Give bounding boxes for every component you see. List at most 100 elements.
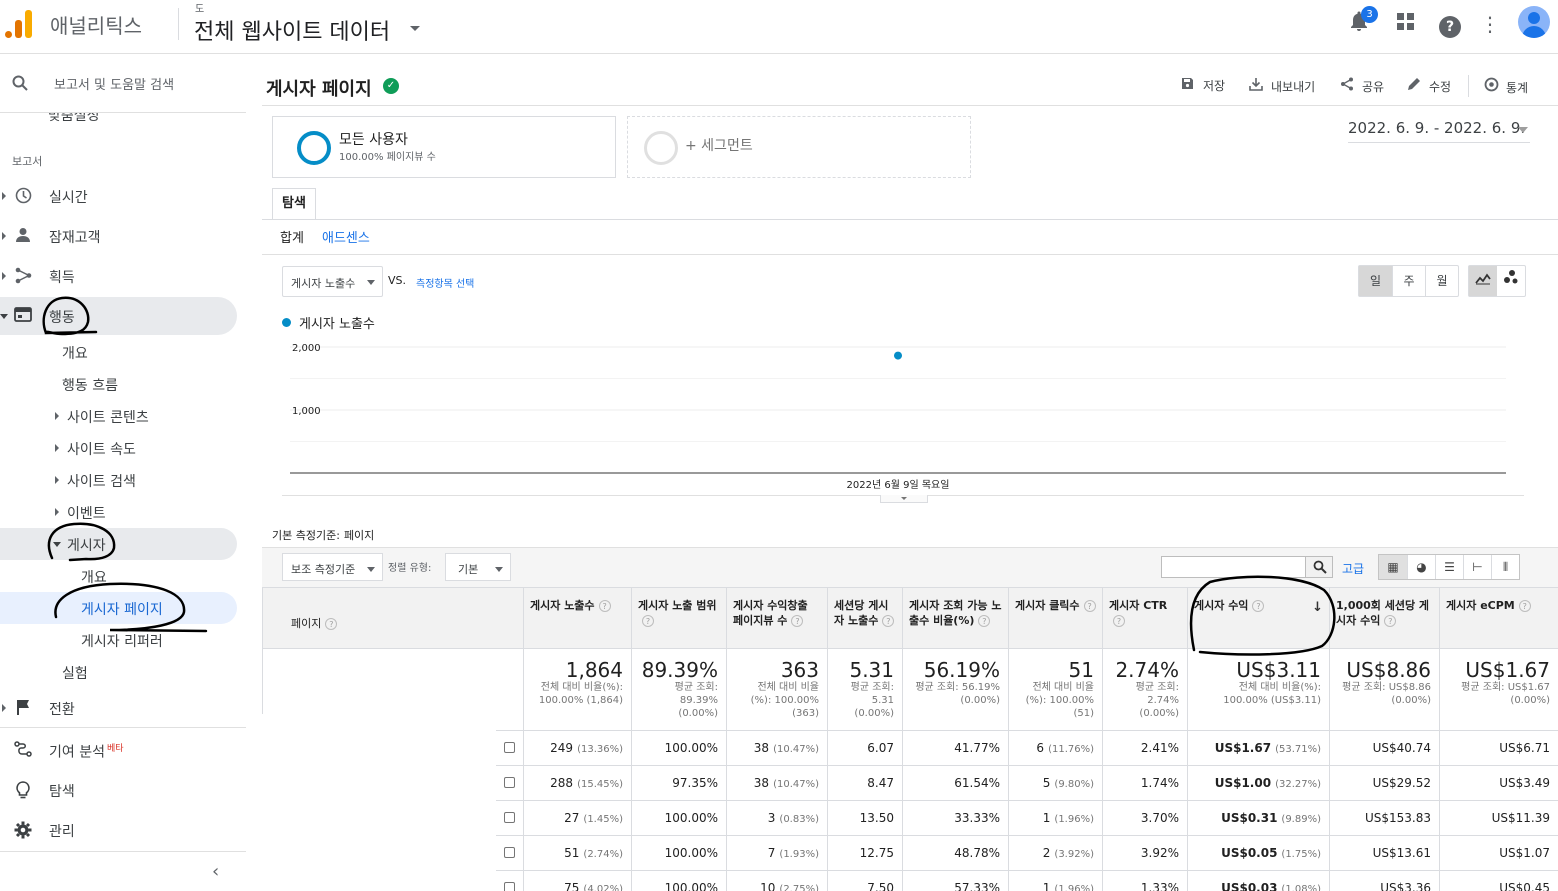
date-range-picker[interactable]: 2022. 6. 9. - 2022. 6. 9. (1348, 119, 1530, 143)
avatar[interactable] (1518, 6, 1550, 38)
open-link-icon[interactable] (504, 812, 515, 823)
help-icon[interactable]: ? (1083, 600, 1096, 612)
sidebar-item-behavior-flow[interactable]: 행동 흐름 (0, 368, 237, 400)
help-icon[interactable]: ? (1252, 600, 1265, 612)
sidebar-item-publisher-overview[interactable]: 개요 (0, 560, 237, 592)
table-cell: 7.50 (827, 870, 903, 891)
sidebar-item-customization[interactable]: 맞춤설정 (0, 113, 246, 127)
column-header[interactable]: 게시자 조회 가능 노출수 비율(%)? (902, 587, 1009, 649)
sidebar-item-experiments[interactable]: 실험 (0, 656, 237, 688)
secondary-dimension-select[interactable]: 보조 측정기준 (282, 553, 383, 581)
share-icon (1340, 77, 1356, 95)
help-icon[interactable]: ? (642, 615, 654, 627)
table-cell: US$0.05 (1.75%) (1187, 835, 1330, 871)
column-header[interactable]: 게시자 eCPM? (1439, 587, 1558, 649)
chart-resize-handle[interactable] (880, 495, 928, 503)
tab-explore[interactable]: 탐색 (272, 188, 316, 220)
sidebar-item-behavior-overview[interactable]: 개요 (0, 336, 237, 368)
sidebar-item-discover[interactable]: 탐색 (0, 771, 237, 809)
column-header[interactable]: 게시자 CTR? (1102, 587, 1188, 649)
sidebar-item-site-content[interactable]: 사이트 콘텐츠 (0, 400, 237, 432)
advanced-filter-link[interactable]: 고급 (1342, 560, 1364, 577)
select-metric-link[interactable]: 측정항목 선택 (416, 275, 474, 290)
chevron-right-icon (2, 232, 6, 240)
top-bar: 애널리틱스 도 전체 웹사이트 데이터 3 ? ⋮ (0, 0, 1558, 54)
motion-chart-icon[interactable] (1497, 266, 1525, 296)
help-icon[interactable]: ? (1436, 10, 1464, 38)
sidebar-item-behavior[interactable]: 행동 (0, 297, 237, 335)
open-link-icon[interactable] (504, 777, 515, 788)
save-button[interactable]: 저장 (1181, 77, 1225, 94)
open-link-icon[interactable] (504, 847, 515, 858)
column-header[interactable]: 게시자 클릭수? (1008, 587, 1103, 649)
table-grid-icon[interactable]: ▦ (1379, 555, 1407, 579)
share-button[interactable]: 공유 (1340, 77, 1384, 95)
analytics-logo-icon[interactable] (4, 8, 32, 38)
help-icon[interactable]: ? (1384, 615, 1397, 627)
more-vert-icon[interactable]: ⋮ (1476, 10, 1504, 38)
sidebar-item-publisher-pages[interactable]: 게시자 페이지 (0, 592, 237, 624)
help-icon[interactable]: ? (1518, 600, 1531, 612)
period-month-button[interactable]: 월 (1425, 266, 1458, 296)
table-cell: 2 (3.92%) (1008, 835, 1103, 871)
chart-metric-select[interactable]: 게시자 노출수 (282, 266, 383, 297)
sidebar-search[interactable]: 보고서 및 도움말 검색 (0, 55, 246, 113)
period-week-button[interactable]: 주 (1392, 266, 1425, 296)
segment-all-users[interactable]: 모든 사용자 100.00% 페이지뷰 수 (272, 116, 616, 178)
sidebar-item-site-speed[interactable]: 사이트 속도 (0, 432, 237, 464)
sort-descending-icon[interactable]: ↓ (1312, 600, 1323, 615)
help-icon[interactable]: ? (325, 617, 338, 630)
apps-grid-icon[interactable] (1392, 10, 1420, 38)
comparison-icon[interactable]: ⊢ (1463, 555, 1491, 579)
table-search-button[interactable] (1305, 556, 1333, 578)
help-icon[interactable]: ? (882, 615, 895, 627)
help-icon[interactable]: ? (1113, 615, 1125, 627)
edit-button[interactable]: 수정 (1407, 77, 1451, 95)
sidebar-item-publisher[interactable]: 게시자 (0, 528, 237, 560)
table-search-input[interactable] (1161, 556, 1306, 578)
chevron-down-icon[interactable] (410, 26, 420, 31)
help-icon[interactable]: ? (978, 615, 991, 627)
period-day-button[interactable]: 일 (1359, 266, 1392, 296)
view-selector[interactable]: 전체 웹사이트 데이터 (194, 14, 390, 46)
line-chart-icon[interactable] (1469, 266, 1497, 296)
column-header[interactable]: 1,000회 세션당 게시자 수익? (1329, 587, 1440, 649)
tab-summary[interactable]: 합계 (280, 227, 304, 246)
column-header-page[interactable]: 페이지? (262, 587, 524, 649)
sidebar-item-conversions[interactable]: 전환 (0, 689, 237, 727)
insights-button[interactable]: 통계 (1484, 77, 1528, 96)
table-cell: US$0.45 (1439, 870, 1558, 891)
divider (1468, 75, 1469, 97)
open-link-icon[interactable] (504, 882, 515, 891)
column-header[interactable]: 게시자 수익창출 페이지뷰 수? (726, 587, 828, 649)
sidebar-item-audience[interactable]: 잠재고객 (0, 217, 237, 255)
column-header[interactable]: 게시자 노출수? (523, 587, 632, 649)
help-icon[interactable]: ? (598, 600, 611, 612)
export-button[interactable]: 내보내기 (1249, 77, 1315, 95)
sidebar-item-events[interactable]: 이벤트 (0, 496, 237, 528)
sidebar-item-attribution[interactable]: 기여 분석 베타 (0, 731, 237, 769)
tab-adsense[interactable]: 애드센스 (322, 227, 370, 246)
column-header[interactable]: 세션당 게시자 노출수? (827, 587, 903, 649)
column-header[interactable]: 게시자 수익? ↓ (1187, 587, 1330, 649)
sidebar-item-acquisition[interactable]: 획득 (0, 257, 237, 295)
primary-dimension-page[interactable]: 페이지 (344, 529, 374, 542)
sidebar-item-site-search[interactable]: 사이트 검색 (0, 464, 237, 496)
line-chart: 2,000 1,000 2022년 6월 9일 목요일 (290, 343, 1506, 491)
divider (0, 851, 246, 852)
table-cell: US$13.61 (1329, 835, 1440, 871)
open-link-icon[interactable] (504, 742, 515, 753)
sidebar-item-publisher-referrers[interactable]: 게시자 리퍼러 (0, 624, 237, 656)
sort-type-select[interactable]: 기본 (445, 553, 511, 581)
sidebar-item-admin[interactable]: 관리 (0, 811, 237, 849)
pivot-icon[interactable]: ⦀ (1491, 555, 1519, 579)
collapse-sidebar-chevron-left-icon[interactable]: ‹ (212, 861, 219, 882)
bar-chart-icon[interactable]: ☰ (1435, 555, 1463, 579)
column-header[interactable]: 게시자 노출 범위? (631, 587, 727, 649)
add-segment-button[interactable]: + 세그먼트 (627, 116, 971, 178)
pie-chart-icon[interactable]: ◕ (1407, 555, 1435, 579)
sidebar-item-realtime[interactable]: 실시간 (0, 177, 237, 215)
help-icon[interactable]: ? (791, 615, 804, 627)
account-name[interactable]: 도 (195, 0, 204, 15)
attribution-icon (14, 741, 32, 759)
